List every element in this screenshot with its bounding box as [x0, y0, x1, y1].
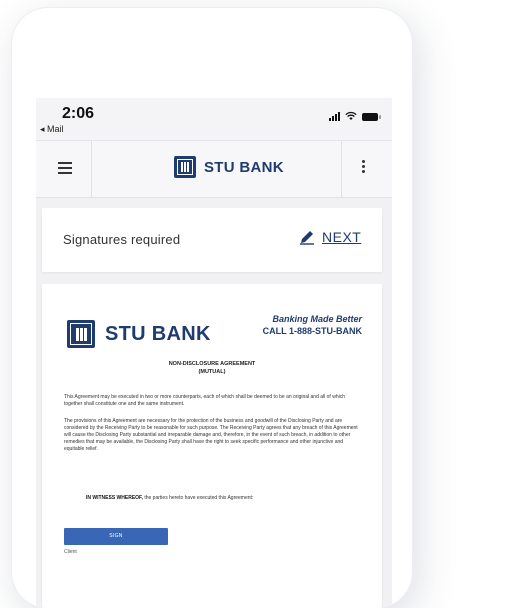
agreement-paragraph: This Agreement may be executed in two or… — [64, 394, 345, 407]
phone-frame: 2:06 ◂ Mail STU BANK Signatures required… — [12, 8, 412, 608]
status-time: 2:06 — [62, 105, 95, 122]
document-tagline: Banking Made Better — [272, 314, 362, 324]
bank-logo-icon — [67, 320, 95, 348]
document-phone: CALL 1-888-STU-BANK — [262, 326, 362, 336]
back-to-mail-link[interactable]: ◂ Mail — [40, 124, 64, 135]
nav-divider — [91, 141, 92, 197]
top-nav-bar: STU BANK — [36, 141, 392, 198]
nav-brand: STU BANK — [174, 156, 284, 178]
battery-icon — [362, 112, 381, 121]
pencil-icon — [298, 228, 316, 246]
next-button[interactable]: NEXT — [298, 228, 361, 246]
wifi-icon — [345, 111, 357, 122]
witness-bold: IN WITNESS WHEREOF, — [86, 495, 143, 501]
sign-button[interactable]: SIGN — [64, 528, 168, 545]
system-icons — [329, 111, 381, 122]
document-header-info: Banking Made Better CALL 1-888-STU-BANK — [263, 314, 362, 336]
nav-divider — [341, 141, 342, 197]
next-label: NEXT — [322, 229, 362, 245]
witness-statement: IN WITNESS WHEREOF, the parties hereto h… — [86, 495, 253, 501]
document-brand-name: STU BANK — [105, 322, 211, 345]
phone-screen: 2:06 ◂ Mail STU BANK Signatures required… — [36, 98, 392, 608]
signal-icon — [329, 112, 340, 121]
document-logo: STU BANK — [67, 320, 211, 348]
witness-text: the parties hereto have executed this Ag… — [142, 495, 254, 501]
more-options-icon[interactable] — [362, 160, 366, 175]
agreement-document: STU BANK Banking Made Better CALL 1-888-… — [42, 284, 382, 608]
signatures-card: Signatures required NEXT — [42, 208, 382, 272]
client-label: Client — [64, 549, 77, 555]
agreement-paragraph: The provisions of this Agreement are nec… — [64, 418, 358, 452]
nav-brand-name: STU BANK — [204, 158, 284, 176]
document-title-block: NON-DISCLOSURE AGREEMENT (MUTUAL) — [42, 360, 382, 376]
signatures-required-label: Signatures required — [63, 232, 181, 247]
document-subtitle: (MUTUAL) — [198, 369, 226, 375]
hamburger-menu-icon[interactable] — [58, 162, 72, 177]
document-title: NON-DISCLOSURE AGREEMENT — [168, 361, 256, 367]
status-bar: 2:06 ◂ Mail — [36, 98, 392, 141]
bank-logo-icon — [174, 156, 196, 178]
